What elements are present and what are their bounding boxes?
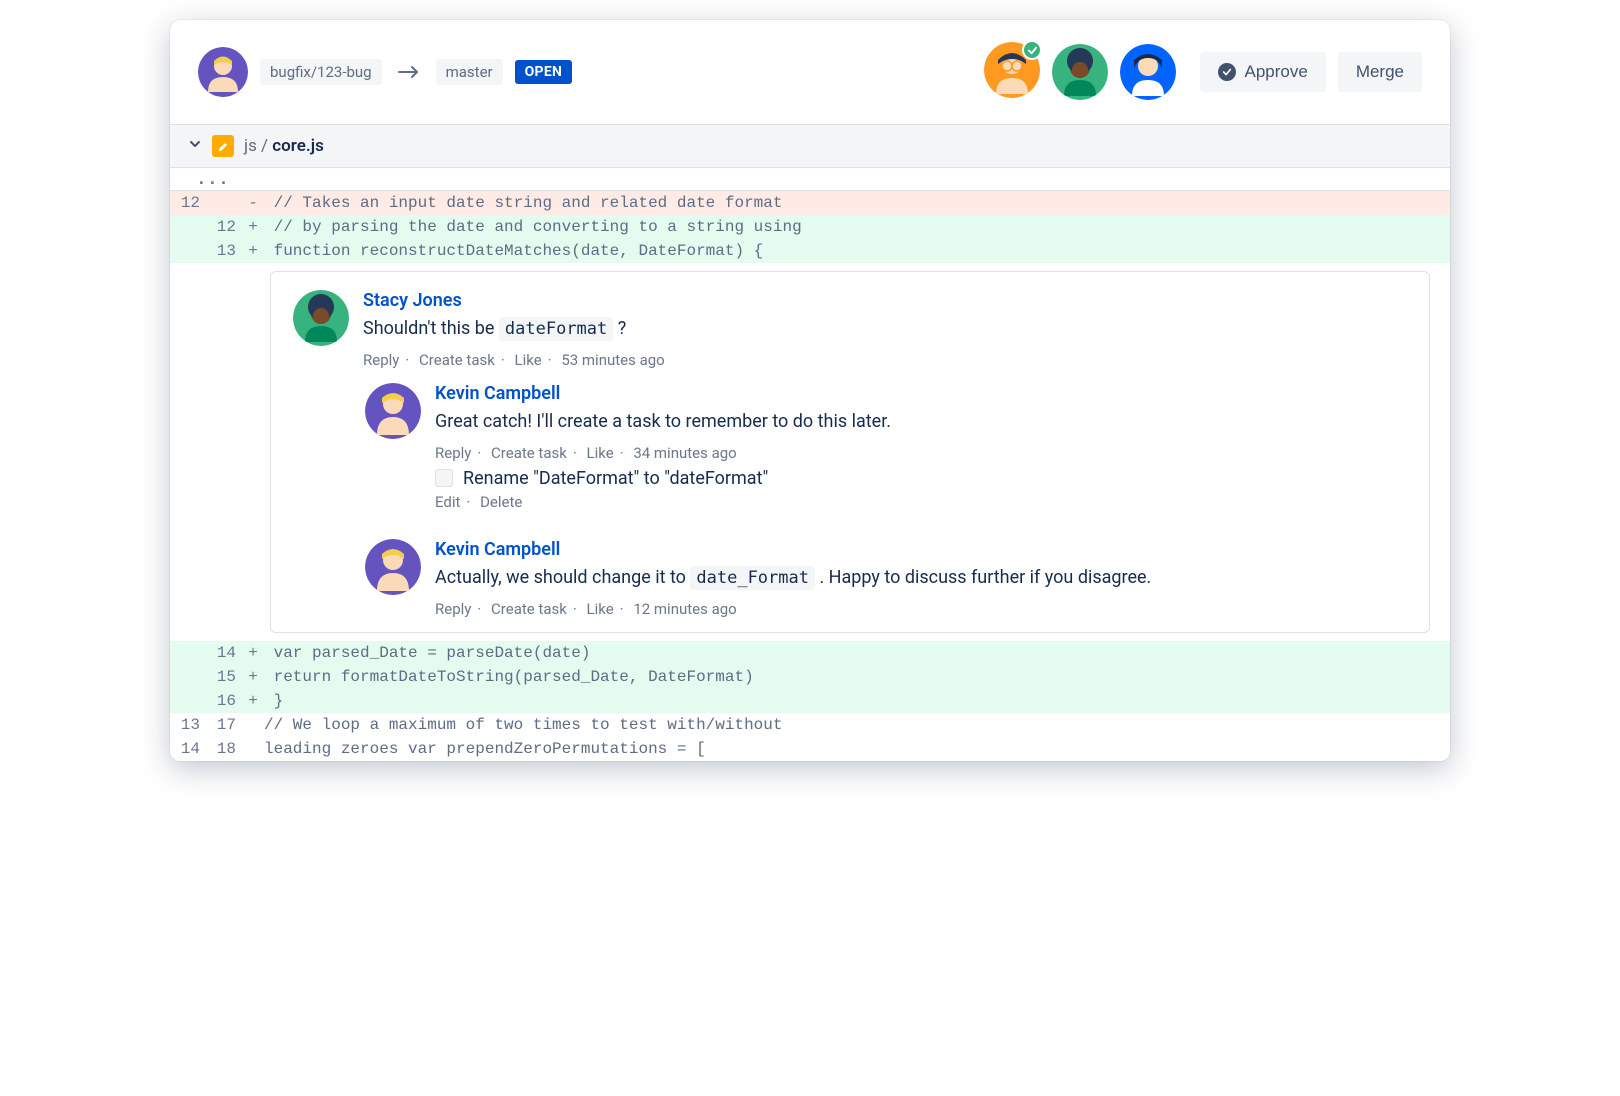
diff-line[interactable]: 12- // Takes an input date string and re…: [170, 191, 1450, 215]
comment-thread: Stacy Jones Shouldn't this be dateFormat…: [270, 271, 1430, 633]
comment-avatar[interactable]: [293, 290, 349, 346]
approve-button[interactable]: Approve: [1200, 52, 1325, 92]
reply-link[interactable]: Reply: [435, 444, 471, 462]
delete-link[interactable]: Delete: [480, 493, 522, 511]
reviewer-1[interactable]: [984, 42, 1040, 102]
diff-line[interactable]: 16+ }: [170, 689, 1450, 713]
file-modified-icon: [212, 135, 234, 157]
timestamp: 12 minutes ago: [633, 600, 736, 618]
reviewer-2[interactable]: [1052, 44, 1108, 100]
like-link[interactable]: Like: [515, 351, 542, 369]
timestamp: 53 minutes ago: [561, 351, 664, 369]
diff-line[interactable]: 1418leading zeroes var prependZeroPermut…: [170, 737, 1450, 761]
expand-context[interactable]: ...: [170, 168, 1450, 191]
create-task-link[interactable]: Create task: [491, 600, 567, 618]
comment: Stacy Jones Shouldn't this be dateFormat…: [293, 290, 1407, 369]
reviewer-3[interactable]: [1120, 44, 1176, 100]
task-actions: Edit· Delete: [435, 493, 1407, 511]
diff-hunk-bottom: 14+ var parsed_Date = parseDate(date) 15…: [170, 641, 1450, 761]
comment-actions: Reply· Create task· Like· 12 minutes ago: [435, 600, 1407, 618]
comment-actions: Reply· Create task· Like· 34 minutes ago: [435, 444, 1407, 462]
comment-text: Actually, we should change it to date_Fo…: [435, 564, 1407, 592]
timestamp: 34 minutes ago: [633, 444, 736, 462]
file-path[interactable]: js / core.js: [244, 136, 324, 156]
comment: Kevin Campbell Actually, we should chang…: [365, 539, 1407, 618]
comment-author[interactable]: Kevin Campbell: [435, 383, 1407, 404]
comment-text: Great catch! I'll create a task to remem…: [435, 408, 1407, 436]
arrow-icon: [398, 60, 420, 84]
create-task-link[interactable]: Create task: [419, 351, 495, 369]
like-link[interactable]: Like: [587, 600, 614, 618]
comment-author[interactable]: Stacy Jones: [363, 290, 1407, 311]
comment-text: Shouldn't this be dateFormat ?: [363, 315, 1407, 343]
comment-avatar[interactable]: [365, 383, 421, 439]
pr-diff-card: bugfix/123-bug master OPEN Approve Merge: [170, 20, 1450, 761]
source-branch[interactable]: bugfix/123-bug: [260, 59, 382, 85]
file-header: js / core.js: [170, 124, 1450, 168]
diff-line[interactable]: 12+ // by parsing the date and convertin…: [170, 215, 1450, 239]
status-badge: OPEN: [515, 60, 573, 84]
diff-hunk-top: 12- // Takes an input date string and re…: [170, 191, 1450, 263]
reply-link[interactable]: Reply: [363, 351, 399, 369]
task-checkbox[interactable]: [435, 469, 453, 487]
approve-label: Approve: [1244, 62, 1307, 82]
comment-author[interactable]: Kevin Campbell: [435, 539, 1407, 560]
like-link[interactable]: Like: [587, 444, 614, 462]
task-text: Rename "DateFormat" to "dateFormat": [463, 468, 768, 489]
comment-actions: Reply· Create task· Like· 53 minutes ago: [363, 351, 1407, 369]
diff-line[interactable]: 14+ var parsed_Date = parseDate(date): [170, 641, 1450, 665]
comment: Kevin Campbell Great catch! I'll create …: [365, 383, 1407, 525]
chevron-down-icon[interactable]: [188, 136, 202, 156]
create-task-link[interactable]: Create task: [491, 444, 567, 462]
diff-line[interactable]: 1317// We loop a maximum of two times to…: [170, 713, 1450, 737]
reply-link[interactable]: Reply: [435, 600, 471, 618]
reviewers: [984, 42, 1176, 102]
edit-link[interactable]: Edit: [435, 493, 460, 511]
pr-header: bugfix/123-bug master OPEN Approve Merge: [170, 20, 1450, 124]
author-avatar[interactable]: [198, 47, 248, 97]
comment-avatar[interactable]: [365, 539, 421, 595]
diff-line[interactable]: 15+ return formatDateToString(parsed_Dat…: [170, 665, 1450, 689]
approved-check-icon: [1022, 40, 1042, 60]
target-branch[interactable]: master: [436, 59, 503, 85]
merge-button[interactable]: Merge: [1338, 52, 1422, 92]
diff-line[interactable]: 13+ function reconstructDateMatches(date…: [170, 239, 1450, 263]
task-item: Rename "DateFormat" to "dateFormat": [435, 468, 1407, 489]
check-circle-icon: [1218, 63, 1236, 81]
